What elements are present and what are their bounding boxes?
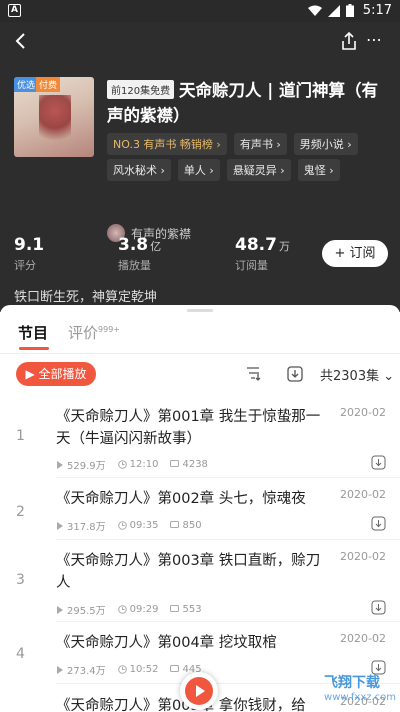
divider xyxy=(0,353,400,354)
episode-title: 《天命赊刀人》第004章 挖坟取棺 xyxy=(56,635,277,651)
tab-indicator xyxy=(19,347,49,350)
duration: 12:10 xyxy=(117,459,158,470)
tag-suspense[interactable]: 悬疑灵异 › xyxy=(226,159,291,181)
comment-icon xyxy=(170,665,180,672)
comments: 850 xyxy=(170,520,202,531)
album-slogan: 铁口断生死，神算定乾坤 xyxy=(14,290,158,305)
episode-index: 3 xyxy=(16,572,25,588)
clock-icon xyxy=(117,665,127,674)
plays: 273.4万 xyxy=(56,662,106,677)
clock-icon xyxy=(117,460,127,469)
episode-index: 1 xyxy=(16,428,25,444)
review-count: 999+ xyxy=(98,325,120,334)
play-count-icon xyxy=(57,521,63,530)
battery-icon xyxy=(346,4,354,17)
status-time: 5:17 xyxy=(362,3,392,18)
tag-audiobook[interactable]: 有声书 › xyxy=(233,133,287,155)
signal-icon xyxy=(328,4,340,17)
episode-title: 《天命赊刀人》第001章 我生于惊蛰那一天（牛逼闪闪新故事） xyxy=(56,409,321,447)
play-all-button[interactable]: ▶ 全部播放 xyxy=(16,362,96,386)
plays: 529.9万 xyxy=(56,457,106,472)
episode-meta: 273.4万 10:52 445 xyxy=(56,662,202,677)
more-icon[interactable]: ⋯ xyxy=(366,30,388,52)
episode-date: 2020-02 xyxy=(340,632,386,645)
tag-rank[interactable]: NO.3 有声书 畅销榜 › xyxy=(107,133,227,155)
tab-reviews[interactable]: 评价999+ xyxy=(68,322,120,343)
album-header: ⋯ 优选 付费 天命赊刀人 | 道门神算（有声的紫襟） 前120集免费 NO.3… xyxy=(0,22,400,312)
episode-download-icon[interactable] xyxy=(371,600,386,615)
stat-plays: 3.8 亿 播放量 xyxy=(118,235,162,272)
list-item[interactable]: 1 《天命赊刀人》第001章 我生于惊蛰那一天（牛逼闪闪新故事） 2020-02… xyxy=(0,400,400,478)
episode-title: 《天命赊刀人》第002章 头七，惊魂夜 xyxy=(56,491,306,507)
tag-row-1: NO.3 有声书 畅销榜 › 有声书 › 男频小说 › xyxy=(107,133,358,155)
status-bar: A 5:17 xyxy=(0,0,400,22)
sort-icon[interactable] xyxy=(244,365,262,383)
clock-icon xyxy=(117,605,127,614)
episode-date: 2020-02 xyxy=(340,488,386,501)
episode-meta: 529.9万 12:10 4238 xyxy=(56,457,208,472)
clock-icon xyxy=(117,521,127,530)
tag-ghost[interactable]: 鬼怪 › xyxy=(297,159,340,181)
plays: 317.8万 xyxy=(56,518,106,533)
tag-male-novel[interactable]: 男频小说 › xyxy=(293,133,358,155)
comments: 553 xyxy=(170,604,202,615)
duration: 09:35 xyxy=(117,520,158,531)
episode-index: 4 xyxy=(16,646,25,662)
play-count-icon xyxy=(57,460,63,469)
comments: 4238 xyxy=(170,459,208,470)
duration: 09:29 xyxy=(117,604,158,615)
list-item[interactable]: 2 《天命赊刀人》第002章 头七，惊魂夜 2020-02 317.8万 09:… xyxy=(0,478,400,540)
duration: 10:52 xyxy=(117,664,158,675)
episode-download-icon[interactable] xyxy=(371,516,386,531)
tag-fengshui[interactable]: 风水秘术 › xyxy=(107,159,171,181)
play-count-icon xyxy=(57,605,63,614)
play-triangle-icon xyxy=(196,685,205,697)
episode-meta: 317.8万 09:35 850 xyxy=(56,518,202,533)
notification-icon: A xyxy=(8,4,21,17)
tab-episodes[interactable]: 节目 xyxy=(18,322,48,343)
cover-art xyxy=(39,95,71,150)
floating-player-button[interactable] xyxy=(180,672,218,710)
play-icon xyxy=(185,677,213,705)
stat-rating: 9.1 评分 xyxy=(14,235,45,272)
episode-date: 2020-02 xyxy=(340,550,386,563)
free-episodes-badge: 前120集免费 xyxy=(107,80,175,99)
episode-date: 2020-02 xyxy=(340,406,386,419)
badge-paid: 付费 xyxy=(36,77,61,92)
stat-subscribers: 48.7 万 订阅量 xyxy=(235,235,290,272)
subscribe-button[interactable]: + 订阅 xyxy=(322,240,388,267)
comment-icon xyxy=(170,521,180,528)
list-item[interactable]: 3 《天命赊刀人》第003章 铁口直断，赊刀人 2020-02 295.5万 0… xyxy=(0,540,400,622)
episode-index: 2 xyxy=(16,504,25,520)
plays: 295.5万 xyxy=(56,602,106,617)
album-cover[interactable]: 优选 付费 xyxy=(14,77,94,157)
episode-sheet: 节目 评价999+ ▶ 全部播放 共2303集 ⌄ 1 《天命赊刀人》第001章… xyxy=(0,305,400,712)
episode-total-dropdown[interactable]: 共2303集 ⌄ xyxy=(320,365,394,384)
badge-selected: 优选 xyxy=(14,77,39,92)
episode-download-icon[interactable] xyxy=(371,455,386,470)
comment-icon xyxy=(170,460,180,467)
share-icon[interactable] xyxy=(338,30,360,52)
comment-icon xyxy=(170,605,180,612)
back-icon[interactable] xyxy=(10,30,32,52)
episode-meta: 295.5万 09:29 553 xyxy=(56,602,202,617)
episode-title: 《天命赊刀人》第003章 铁口直断，赊刀人 xyxy=(56,553,321,591)
tag-single[interactable]: 单人 › xyxy=(177,159,220,181)
status-icons xyxy=(308,4,354,17)
site-watermark: 飞翔下载 www.fxxz.com xyxy=(324,675,396,703)
tag-row-2: 风水秘术 › 单人 › 悬疑灵异 › 鬼怪 › xyxy=(107,159,340,181)
drag-handle[interactable] xyxy=(187,309,213,312)
play-count-icon xyxy=(57,665,63,674)
download-icon[interactable] xyxy=(286,365,304,383)
wifi-icon xyxy=(308,5,322,16)
